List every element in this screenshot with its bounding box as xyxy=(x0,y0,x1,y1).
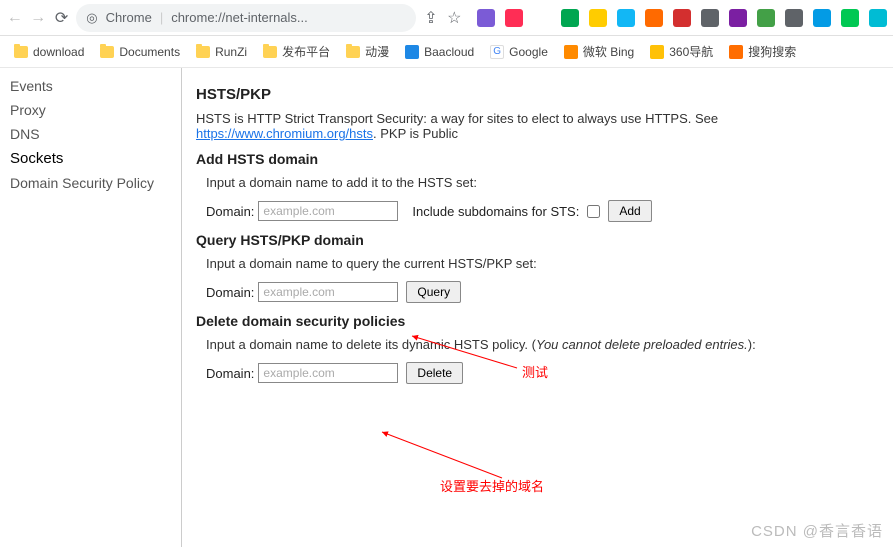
bookmark-label: RunZi xyxy=(215,45,247,59)
star-icon[interactable]: ☆ xyxy=(446,6,463,30)
sidebar-item[interactable]: DNS xyxy=(0,122,181,146)
delete-domain-label: Domain: xyxy=(206,366,254,381)
query-heading: Query HSTS/PKP domain xyxy=(196,232,885,248)
extension-icon[interactable] xyxy=(729,9,747,27)
hsts-link[interactable]: https://www.chromium.org/hsts xyxy=(196,126,373,141)
bookmark-label: 微软 Bing xyxy=(583,43,634,60)
subs-checkbox[interactable] xyxy=(587,205,600,218)
bookmark-label: Google xyxy=(509,45,548,59)
query-domain-label: Domain: xyxy=(206,285,254,300)
subs-label: Include subdomains for STS: xyxy=(412,204,579,219)
bookmark-item[interactable]: 动漫 xyxy=(340,40,395,63)
favicon-icon xyxy=(405,45,419,59)
watermark: CSDN @香言香语 xyxy=(751,520,883,541)
bookmark-label: 发布平台 xyxy=(282,43,330,60)
delete-desc: Input a domain name to delete its dynami… xyxy=(206,337,885,352)
bookmark-item[interactable]: 发布平台 xyxy=(257,40,336,63)
sidebar-item[interactable]: Events xyxy=(0,74,181,98)
url-text: chrome://net-internals... xyxy=(171,10,308,25)
query-button[interactable]: Query xyxy=(406,281,461,303)
add-domain-input[interactable] xyxy=(258,201,398,221)
bookmark-item[interactable]: 搜狗搜索 xyxy=(723,40,802,63)
delete-row: Domain: Delete xyxy=(206,362,885,384)
folder-icon xyxy=(196,46,210,58)
share-icon[interactable]: ⇪ xyxy=(422,6,439,30)
address-bar[interactable]: ◎ Chrome | chrome://net-internals... xyxy=(76,4,416,32)
extension-icon[interactable] xyxy=(673,9,691,27)
bookmark-item[interactable]: RunZi xyxy=(190,42,253,62)
add-heading: Add HSTS domain xyxy=(196,151,885,167)
folder-icon xyxy=(263,46,277,58)
extension-icon[interactable] xyxy=(477,9,495,27)
sidebar-item[interactable]: Domain Security Policy xyxy=(0,171,181,195)
bookmark-item[interactable]: 360导航 xyxy=(644,40,719,63)
delete-domain-input[interactable] xyxy=(258,363,398,383)
extension-icon[interactable] xyxy=(757,9,775,27)
main-panel: HSTS/PKP HSTS is HTTP Strict Transport S… xyxy=(182,68,893,547)
folder-icon xyxy=(14,46,28,58)
browser-toolbar: ← → ⟳ ◎ Chrome | chrome://net-internals.… xyxy=(0,0,893,36)
reload-icon[interactable]: ⟳ xyxy=(53,6,70,30)
chrome-logo-icon: ◎ xyxy=(86,10,97,26)
bookmark-label: Documents xyxy=(119,45,180,59)
sidebar: EventsProxyDNSSocketsDomain Security Pol… xyxy=(0,68,182,547)
favicon-icon xyxy=(564,45,578,59)
extension-icon[interactable] xyxy=(589,9,607,27)
back-icon[interactable]: ← xyxy=(6,6,23,30)
page-title: HSTS/PKP xyxy=(196,86,885,103)
bookmark-label: 搜狗搜索 xyxy=(748,43,796,60)
bookmark-label: download xyxy=(33,45,84,59)
bookmark-label: Baacloud xyxy=(424,45,474,59)
bookmark-label: 360导航 xyxy=(669,43,713,60)
forward-icon[interactable]: → xyxy=(29,6,46,30)
extension-icon[interactable] xyxy=(869,9,887,27)
add-desc: Input a domain name to add it to the HST… xyxy=(206,175,885,190)
delete-heading: Delete domain security policies xyxy=(196,313,885,329)
add-button[interactable]: Add xyxy=(608,200,651,222)
bookmark-item[interactable]: download xyxy=(8,42,90,62)
add-domain-label: Domain: xyxy=(206,204,254,219)
query-row: Domain: Query xyxy=(206,281,885,303)
query-domain-input[interactable] xyxy=(258,282,398,302)
delete-button[interactable]: Delete xyxy=(406,362,463,384)
bookmark-item[interactable]: 微软 Bing xyxy=(558,40,640,63)
extension-icon[interactable] xyxy=(701,9,719,27)
extension-icon[interactable] xyxy=(785,9,803,27)
url-scheme: Chrome xyxy=(106,10,152,25)
query-desc: Input a domain name to query the current… xyxy=(206,256,885,271)
sidebar-item[interactable]: Sockets xyxy=(0,146,181,171)
annotation-delete: 设置要去掉的域名 xyxy=(440,476,544,495)
sidebar-item[interactable]: Proxy xyxy=(0,98,181,122)
bookmark-label: 动漫 xyxy=(365,43,389,60)
extension-icon[interactable] xyxy=(505,9,523,27)
extensions-area xyxy=(477,9,887,27)
bookmarks-bar: download Documents RunZi 发布平台 动漫 Baacloud G Goo… xyxy=(0,36,893,68)
add-row: Domain: Include subdomains for STS: Add xyxy=(206,200,885,222)
favicon-icon xyxy=(650,45,664,59)
folder-icon xyxy=(100,46,114,58)
folder-icon xyxy=(346,46,360,58)
extension-icon[interactable] xyxy=(561,9,579,27)
extension-icon[interactable] xyxy=(841,9,859,27)
bookmark-item[interactable]: Documents xyxy=(94,42,186,62)
bookmark-item[interactable]: Baacloud xyxy=(399,42,480,62)
extension-icon[interactable] xyxy=(645,9,663,27)
extension-icon[interactable] xyxy=(617,9,635,27)
extension-icon[interactable] xyxy=(813,9,831,27)
intro-text: HSTS is HTTP Strict Transport Security: … xyxy=(196,111,885,141)
favicon-icon xyxy=(729,45,743,59)
favicon-icon: G xyxy=(490,45,504,59)
bookmark-item[interactable]: G Google xyxy=(484,42,554,62)
extension-icon[interactable] xyxy=(533,9,551,27)
